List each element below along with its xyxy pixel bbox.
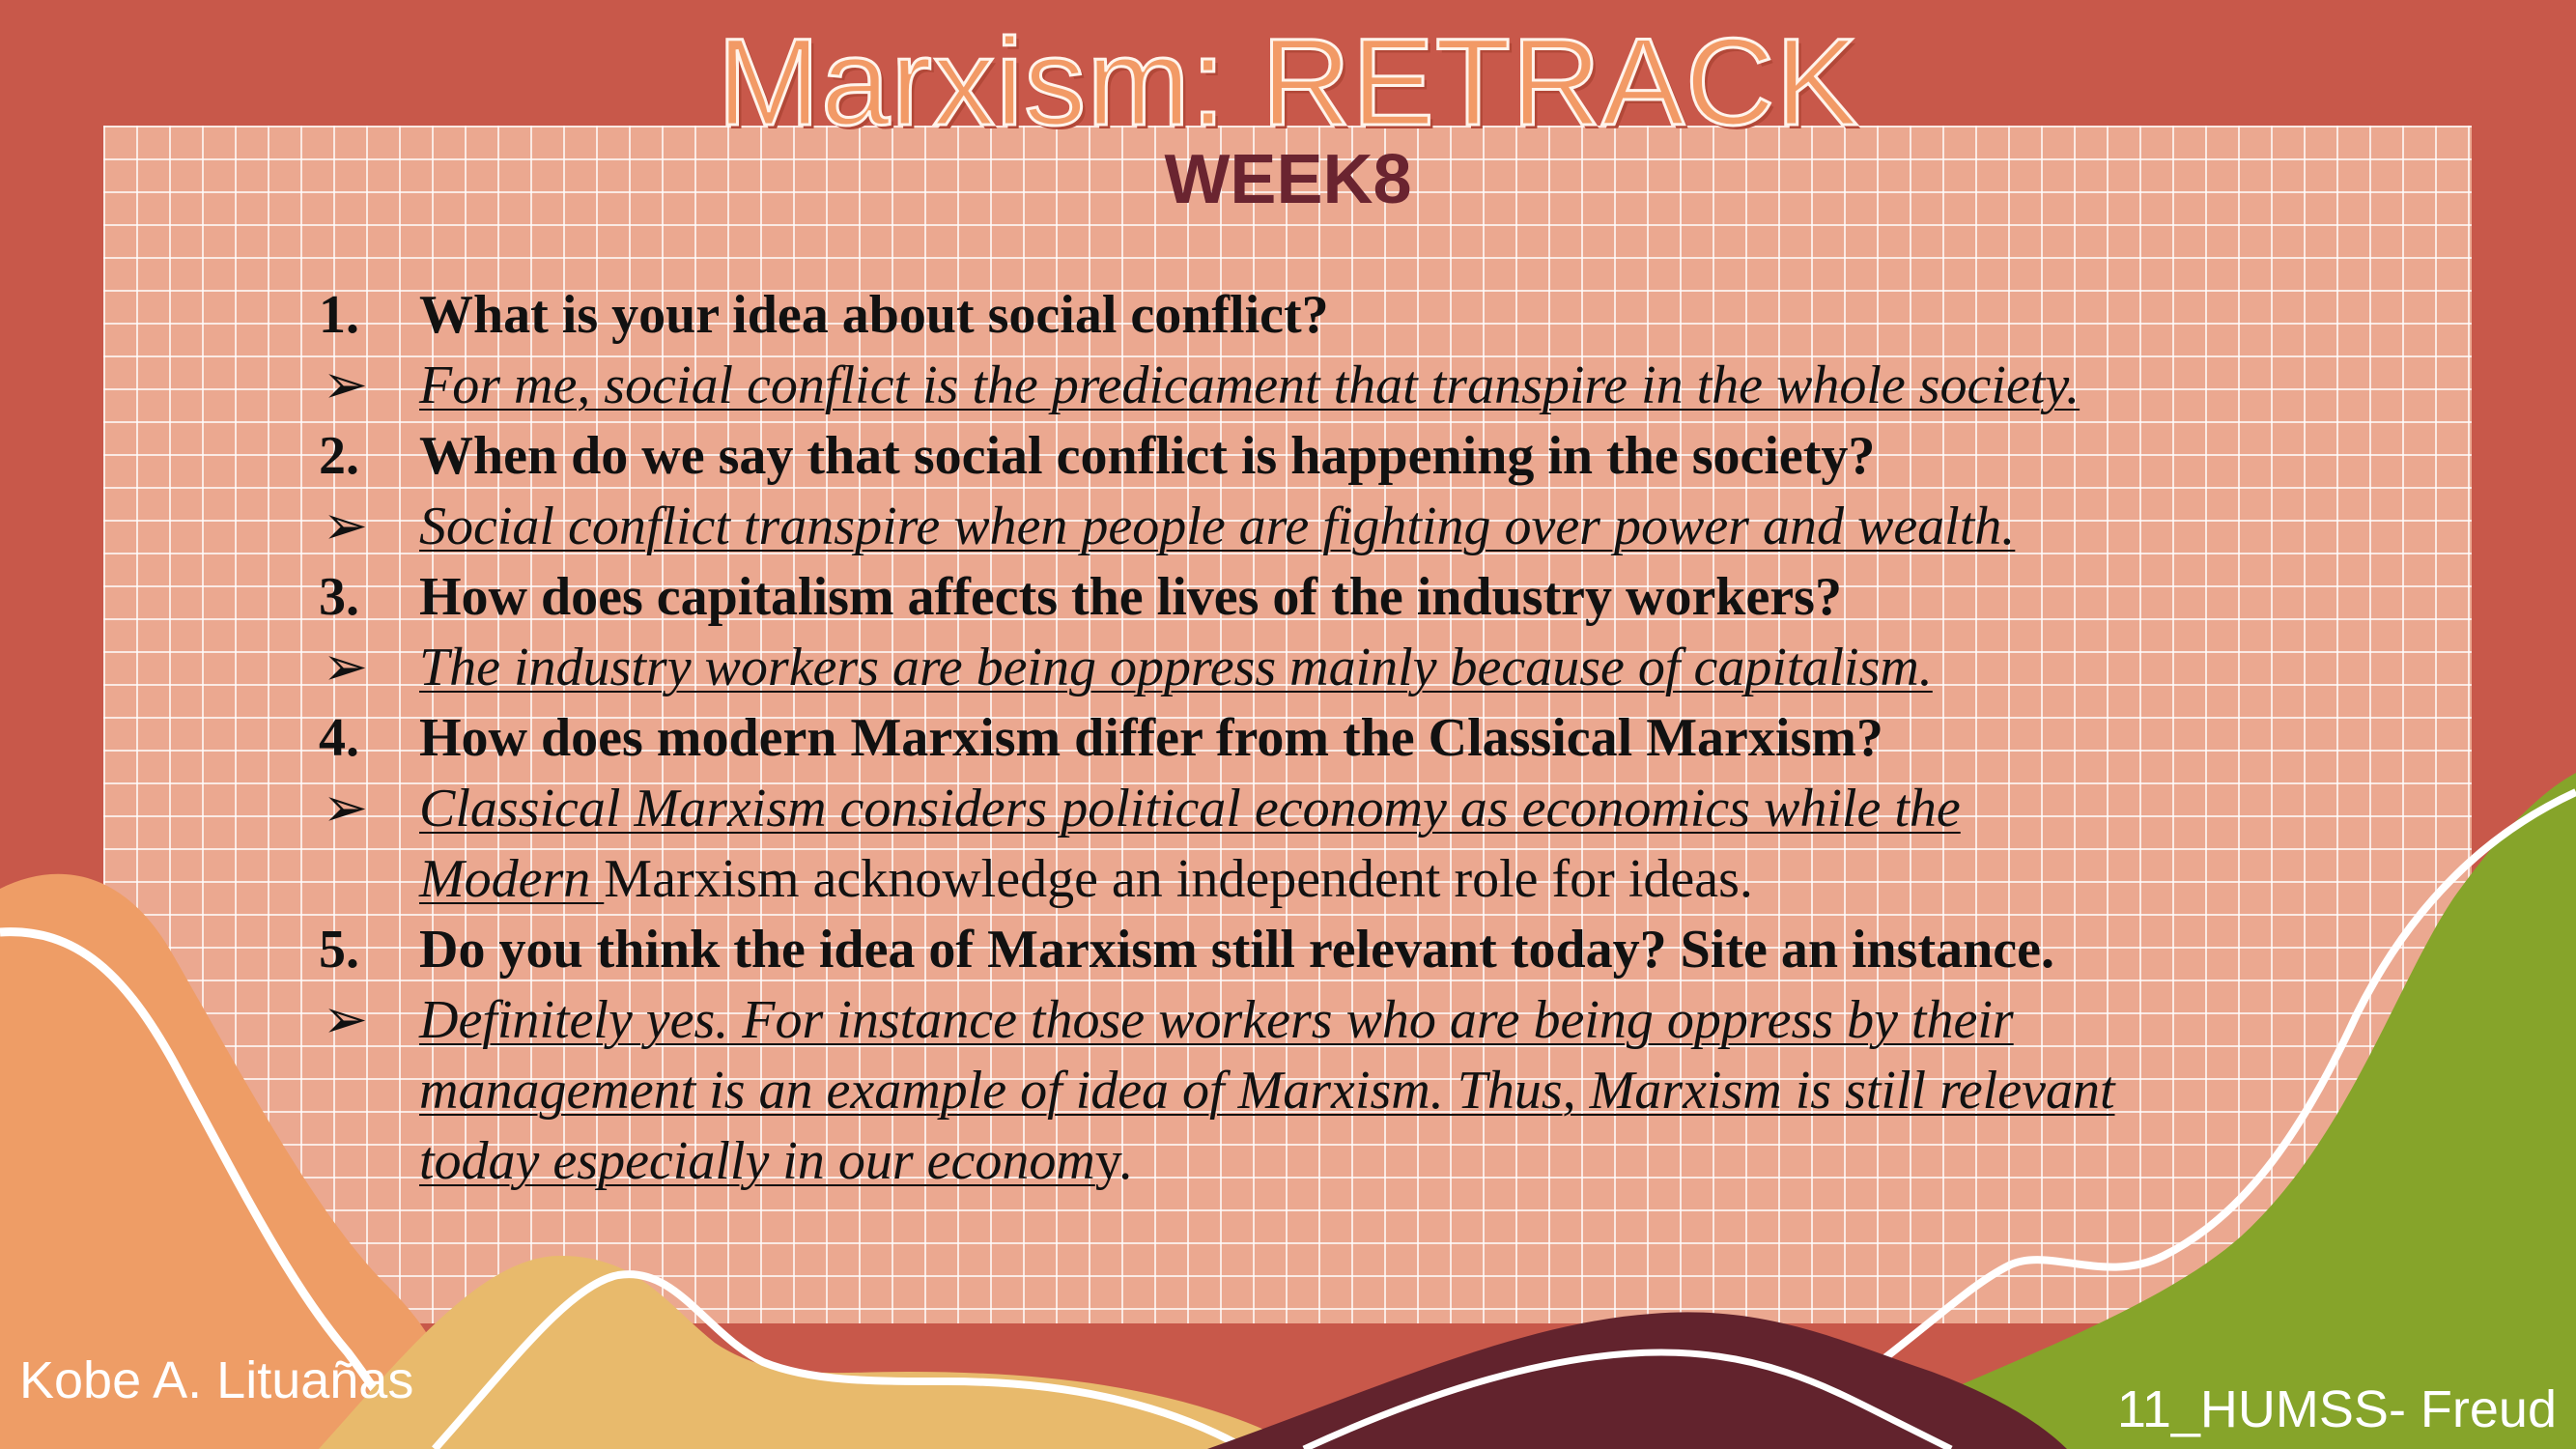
question-text: How does modern Marxism differ from the …	[419, 708, 1883, 768]
question-text: When do we say that social conflict is h…	[419, 426, 1876, 486]
answer-5: ➢ Definitely yes. For instance those wor…	[319, 985, 2357, 1197]
qa-list: 1. What is your idea about social confli…	[319, 280, 2357, 1197]
question-number: 1.	[319, 285, 359, 345]
question-number: 5.	[319, 920, 359, 980]
arrow-bullet-icon: ➢	[323, 355, 368, 415]
answer-text: For me, social conflict is the predicame…	[419, 355, 2081, 415]
question-text: How does capitalism affects the lives of…	[419, 567, 1842, 627]
slide: Marxism: RETRACK WEEK8 1. What is your i…	[0, 0, 2576, 1449]
arrow-bullet-icon: ➢	[323, 497, 368, 556]
answer-text: The industry workers are being oppress m…	[419, 638, 1933, 697]
slide-subtitle: WEEK8	[1164, 141, 1412, 218]
arrow-bullet-icon: ➢	[323, 990, 368, 1050]
maroon-hill	[1207, 1312, 2067, 1449]
yellow-hill	[319, 1256, 1304, 1449]
question-number: 3.	[319, 567, 359, 627]
answer-text-line3-rest: y.	[1094, 1131, 1133, 1191]
question-5: 5. Do you think the idea of Marxism stil…	[319, 915, 2357, 985]
answer-text-line1: Definitely yes. For instance those worke…	[419, 990, 2014, 1050]
answer-text-line2-rest: Marxism acknowledge an independent role …	[604, 849, 1753, 909]
answer-3: ➢ The industry workers are being oppress…	[319, 633, 2357, 703]
answer-2: ➢ Social conflict transpire when people …	[319, 492, 2357, 562]
author-name: Kobe A. Lituañas	[19, 1351, 414, 1409]
arrow-bullet-icon: ➢	[323, 638, 368, 697]
question-2: 2. When do we say that social conflict i…	[319, 421, 2357, 492]
question-4: 4. How does modern Marxism differ from t…	[319, 703, 2357, 774]
question-number: 2.	[319, 426, 359, 486]
question-number: 4.	[319, 708, 359, 768]
question-text: Do you think the idea of Marxism still r…	[419, 920, 2054, 980]
answer-text-line2: management is an example of idea of Marx…	[419, 1061, 2115, 1121]
answer-text-line2-emph: Modern	[419, 849, 605, 909]
answer-text: Social conflict transpire when people ar…	[419, 497, 2016, 556]
answer-4: ➢ Classical Marxism considers political …	[319, 774, 2357, 915]
question-text: What is your idea about social conflict?	[419, 285, 1329, 345]
question-1: 1. What is your idea about social confli…	[319, 280, 2357, 351]
slide-title: Marxism: RETRACK	[716, 14, 1859, 152]
class-section: 11_HUMSS- Freud	[2116, 1380, 2557, 1438]
answer-text-line1: Classical Marxism considers political ec…	[419, 779, 1961, 838]
answer-1: ➢ For me, social conflict is the predica…	[319, 351, 2357, 421]
arrow-bullet-icon: ➢	[323, 779, 368, 838]
question-3: 3. How does capitalism affects the lives…	[319, 562, 2357, 633]
answer-text-line3-emph: today especially in our econom	[419, 1131, 1095, 1191]
